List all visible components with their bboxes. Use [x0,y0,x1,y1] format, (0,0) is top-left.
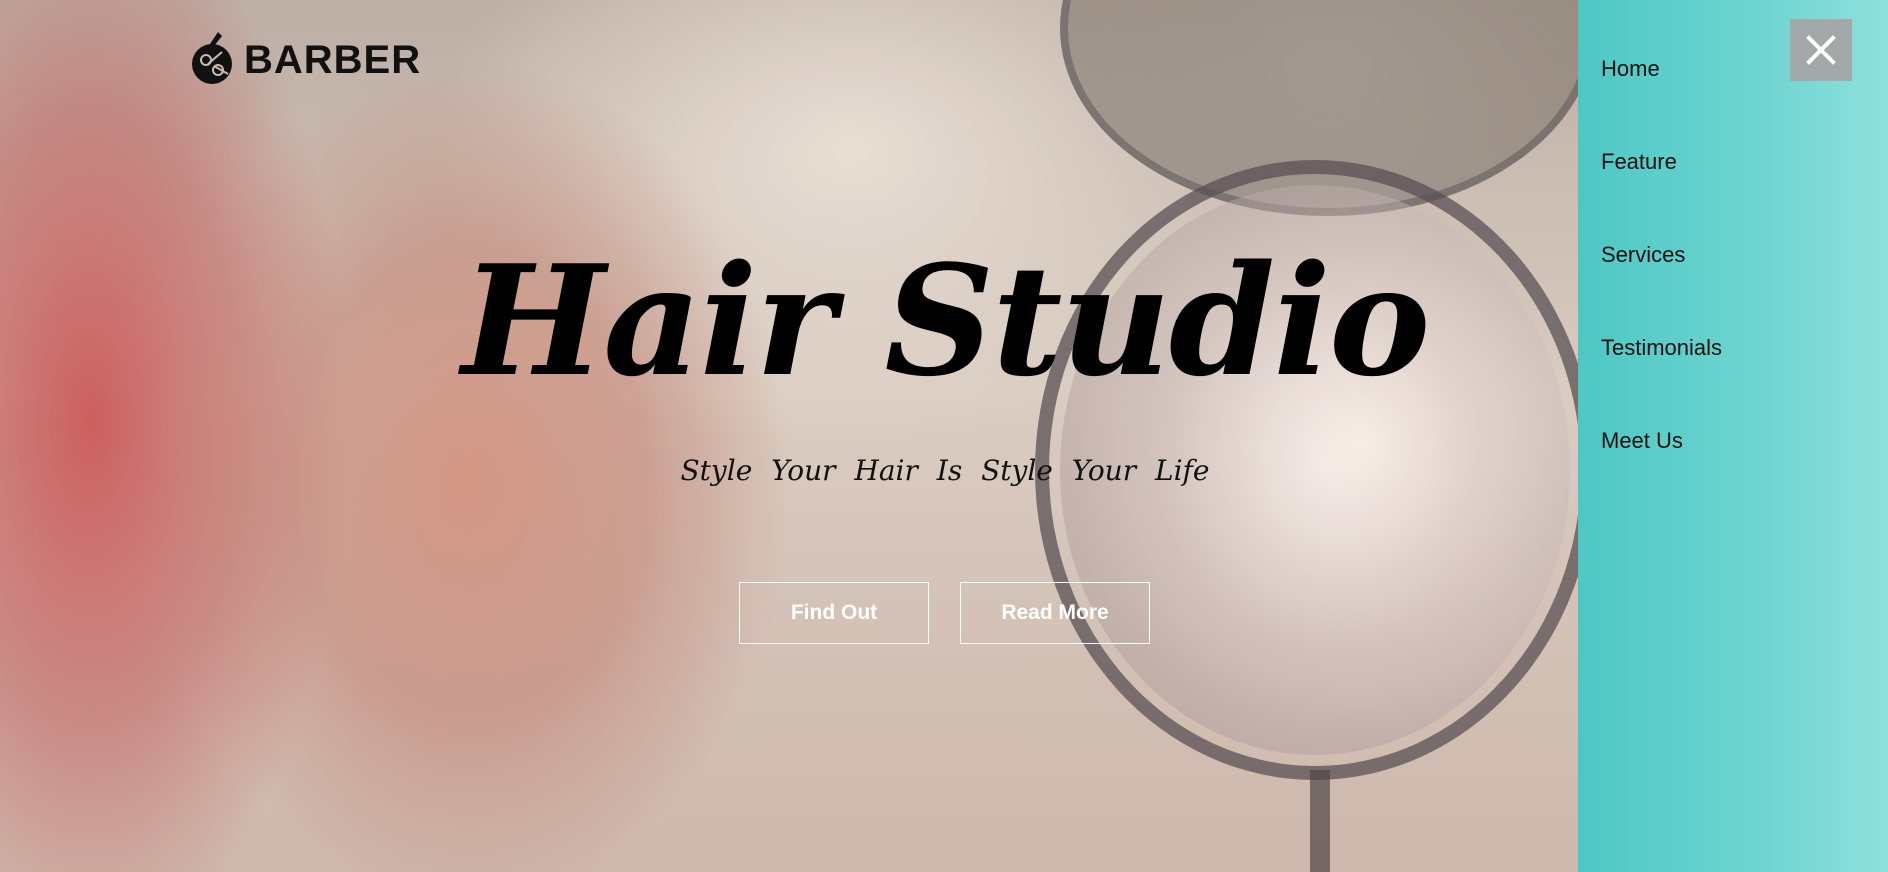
menu-item-home[interactable]: Home [1601,56,1722,149]
hero-subtitle: Style Your Hair Is Style Your Life [680,454,1210,487]
find-out-button[interactable]: Find Out [739,582,929,644]
hero-section: BARBER Hair Studio Style Your Hair Is St… [0,0,1578,872]
brand-logo[interactable]: BARBER [188,30,421,90]
menu-item-services[interactable]: Services [1601,242,1722,335]
menu-list: Home Feature Services Testimonials Meet … [1601,56,1722,521]
side-menu: Home Feature Services Testimonials Meet … [1578,0,1888,872]
close-icon [1806,35,1836,65]
hero-title: Hair Studio [461,231,1431,410]
brand-name: BARBER [244,37,422,82]
menu-item-meet-us[interactable]: Meet Us [1601,428,1722,521]
hero-overlay [0,0,1578,872]
hero-buttons: Find Out Read More [739,582,1150,644]
menu-item-testimonials[interactable]: Testimonials [1601,335,1722,428]
menu-item-feature[interactable]: Feature [1601,149,1722,242]
page: BARBER Hair Studio Style Your Hair Is St… [0,0,1888,872]
close-menu-button[interactable] [1790,19,1852,81]
barber-scissors-logo-icon [192,32,232,84]
read-more-button[interactable]: Read More [960,582,1150,644]
